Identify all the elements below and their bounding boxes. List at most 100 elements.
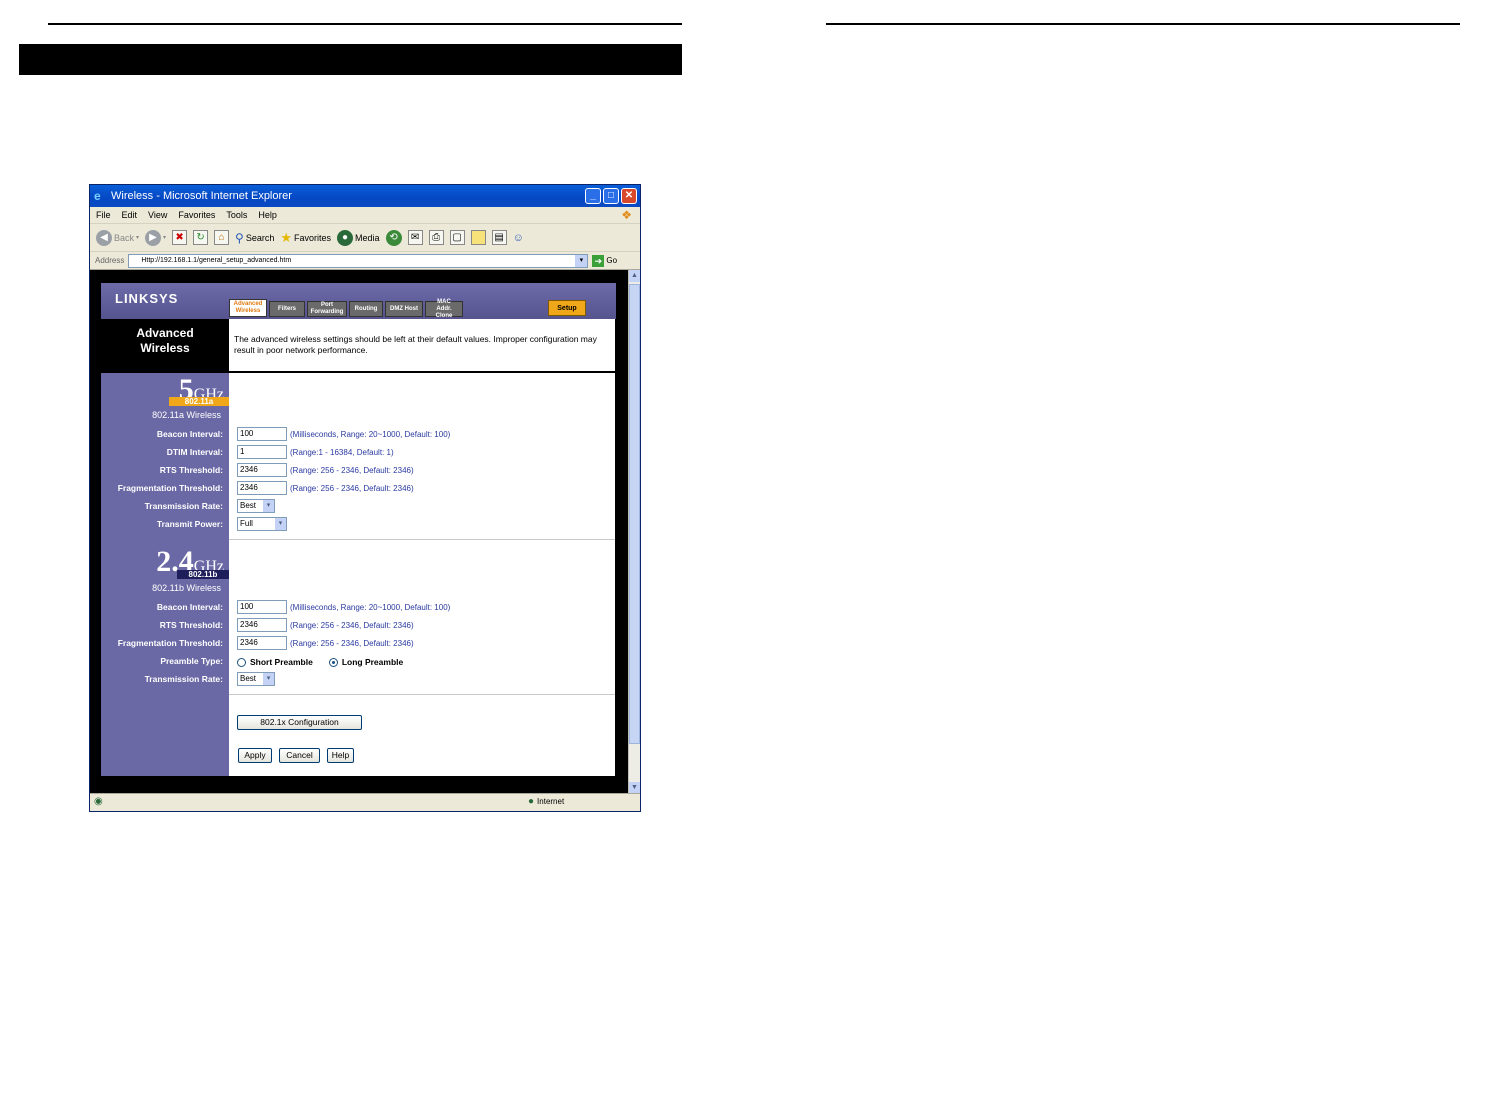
- go-arrow-icon: ➔: [592, 254, 605, 267]
- intro-text: The advanced wireless settings should be…: [229, 319, 615, 371]
- preamble-type-group: Short Preamble Long Preamble: [237, 657, 403, 667]
- label-rts-b: RTS Threshold:: [159, 620, 223, 630]
- ie-window: e Wireless - Microsoft Internet Explorer…: [89, 184, 641, 812]
- hint-rts-a: (Range: 256 - 2346, Default: 2346): [290, 466, 414, 475]
- page-status-icon: ◉: [94, 796, 103, 807]
- scroll-up-icon[interactable]: ▲: [629, 270, 640, 282]
- hint-beacon-a: (Milliseconds, Range: 20~1000, Default: …: [290, 430, 451, 439]
- apply-button[interactable]: Apply: [238, 748, 272, 763]
- media-button[interactable]: ● Media: [337, 229, 380, 246]
- menu-edit[interactable]: Edit: [122, 210, 138, 220]
- refresh-icon[interactable]: ↻: [193, 230, 209, 245]
- chevron-down-icon: ▾: [263, 500, 274, 512]
- rts-threshold-a-input[interactable]: 2346: [237, 463, 287, 477]
- chevron-down-icon: ▾: [275, 518, 286, 530]
- header-rule-right: [826, 23, 1460, 25]
- page-viewport: LINKSYS Advanced Wireless Filters Port F…: [90, 270, 628, 794]
- windows-flag-icon: ❖: [621, 208, 632, 222]
- 8021x-configuration-button[interactable]: 802.1x Configuration: [237, 715, 362, 730]
- linksys-logo: LINKSYS: [115, 291, 179, 306]
- favorites-button[interactable]: ★ Favorites: [280, 230, 331, 246]
- label-preamble-b: Preamble Type:: [160, 656, 223, 666]
- chevron-down-icon: ▾: [263, 673, 274, 685]
- discuss-icon[interactable]: [470, 230, 486, 245]
- star-icon: ★: [280, 229, 293, 245]
- label-rts-a: RTS Threshold:: [159, 465, 223, 475]
- band-subtitle-a: 802.11a Wireless: [152, 410, 221, 420]
- address-input[interactable]: Http://192.168.1.1/general_setup_advance…: [128, 253, 589, 268]
- label-frag-b: Fragmentation Threshold:: [117, 638, 223, 648]
- tab-routing[interactable]: Routing: [349, 301, 383, 317]
- label-power-a: Transmit Power:: [156, 519, 223, 529]
- toolbar: ◀ Back ▾ ▶ ▾ ✖ ↻ ⌂ ⚲ Search ★ Favorites …: [90, 224, 640, 252]
- long-preamble-radio[interactable]: [328, 657, 338, 667]
- short-preamble-radio[interactable]: [237, 657, 246, 667]
- forward-button[interactable]: ▶ ▾: [145, 229, 167, 246]
- tab-strip: Advanced Wireless Filters Port Forwardin…: [229, 299, 463, 319]
- home-icon[interactable]: ⌂: [214, 230, 230, 245]
- forward-dropdown-icon: ▾: [163, 235, 167, 241]
- label-rate-b: Transmission Rate:: [144, 674, 223, 684]
- band-tag-80211a: 802.11a: [169, 397, 229, 406]
- hint-dtim-a: (Range:1 - 16384, Default: 1): [290, 448, 394, 457]
- menu-help[interactable]: Help: [258, 210, 277, 220]
- rts-threshold-b-input[interactable]: 2346: [237, 618, 287, 632]
- linksys-header: LINKSYS Advanced Wireless Filters Port F…: [101, 283, 616, 319]
- back-arrow-icon: ◀: [96, 229, 112, 246]
- edit-icon[interactable]: ▢: [449, 230, 465, 245]
- tab-advanced-wireless[interactable]: Advanced Wireless: [229, 299, 267, 317]
- ie-logo-icon: e: [94, 188, 101, 203]
- frag-threshold-a-input[interactable]: 2346: [237, 481, 287, 495]
- scroll-thumb[interactable]: [629, 284, 640, 744]
- transmission-rate-a-select[interactable]: Best ▾: [237, 499, 275, 513]
- research-icon[interactable]: ▤: [491, 230, 507, 245]
- beacon-interval-b-input[interactable]: 100: [237, 600, 287, 614]
- back-button[interactable]: ◀ Back ▾: [96, 229, 139, 246]
- frag-threshold-b-input[interactable]: 2346: [237, 636, 287, 650]
- hint-frag-b: (Range: 256 - 2346, Default: 2346): [290, 639, 414, 648]
- title-bar: e Wireless - Microsoft Internet Explorer…: [90, 185, 640, 207]
- dtim-interval-a-input[interactable]: 1: [237, 445, 287, 459]
- stop-icon[interactable]: ✖: [172, 230, 188, 245]
- tab-setup[interactable]: Setup: [548, 300, 586, 316]
- menu-favorites[interactable]: Favorites: [178, 210, 215, 220]
- address-bar: Address Http://192.168.1.1/general_setup…: [90, 252, 640, 270]
- chapter-band: [19, 44, 682, 75]
- print-icon[interactable]: ⎙: [428, 230, 444, 245]
- vertical-scrollbar[interactable]: ▲ ▼: [628, 270, 640, 794]
- history-icon[interactable]: ⟲: [385, 229, 402, 246]
- tab-port-forwarding[interactable]: Port Forwarding: [307, 301, 347, 317]
- band-subtitle-b: 802.11b Wireless: [152, 583, 221, 593]
- tab-dmz-host[interactable]: DMZ Host: [385, 301, 423, 317]
- minimize-button[interactable]: _: [585, 188, 601, 204]
- band-tag-80211b: 802.11b: [177, 570, 229, 579]
- beacon-interval-a-input[interactable]: 100: [237, 427, 287, 441]
- settings-sidebar: 5GHz 802.11a 802.11a Wireless Beacon Int…: [101, 373, 229, 776]
- label-rate-a: Transmission Rate:: [144, 501, 223, 511]
- messenger-icon[interactable]: ☺: [513, 232, 524, 244]
- address-dropdown-icon[interactable]: ▾: [575, 254, 588, 267]
- window-title: Wireless - Microsoft Internet Explorer: [111, 190, 292, 202]
- menu-view[interactable]: View: [148, 210, 167, 220]
- search-button[interactable]: ⚲ Search: [235, 231, 274, 245]
- transmission-rate-b-select[interactable]: Best ▾: [237, 672, 275, 686]
- maximize-button[interactable]: □: [603, 188, 619, 204]
- tab-filters[interactable]: Filters: [269, 301, 305, 317]
- tab-mac-addr-clone[interactable]: MAC Addr. Clone: [425, 299, 463, 319]
- media-icon: ●: [337, 229, 354, 246]
- status-bar: ◉ ● Internet: [90, 793, 640, 811]
- help-button[interactable]: Help: [327, 748, 354, 763]
- linksys-page: LINKSYS Advanced Wireless Filters Port F…: [101, 283, 616, 776]
- cancel-button[interactable]: Cancel: [279, 748, 320, 763]
- transmit-power-a-select[interactable]: Full ▾: [237, 517, 287, 531]
- menu-tools[interactable]: Tools: [226, 210, 247, 220]
- divider: [229, 694, 615, 695]
- mail-icon[interactable]: ✉: [407, 230, 423, 245]
- security-zone: ● Internet: [528, 796, 565, 807]
- globe-icon: ●: [528, 796, 535, 807]
- menu-file[interactable]: File: [96, 210, 111, 220]
- label-beacon-a: Beacon Interval:: [156, 429, 223, 439]
- go-button[interactable]: ➔ Go: [592, 254, 617, 267]
- close-button[interactable]: ✕: [621, 188, 637, 204]
- label-frag-a: Fragmentation Threshold:: [117, 483, 223, 493]
